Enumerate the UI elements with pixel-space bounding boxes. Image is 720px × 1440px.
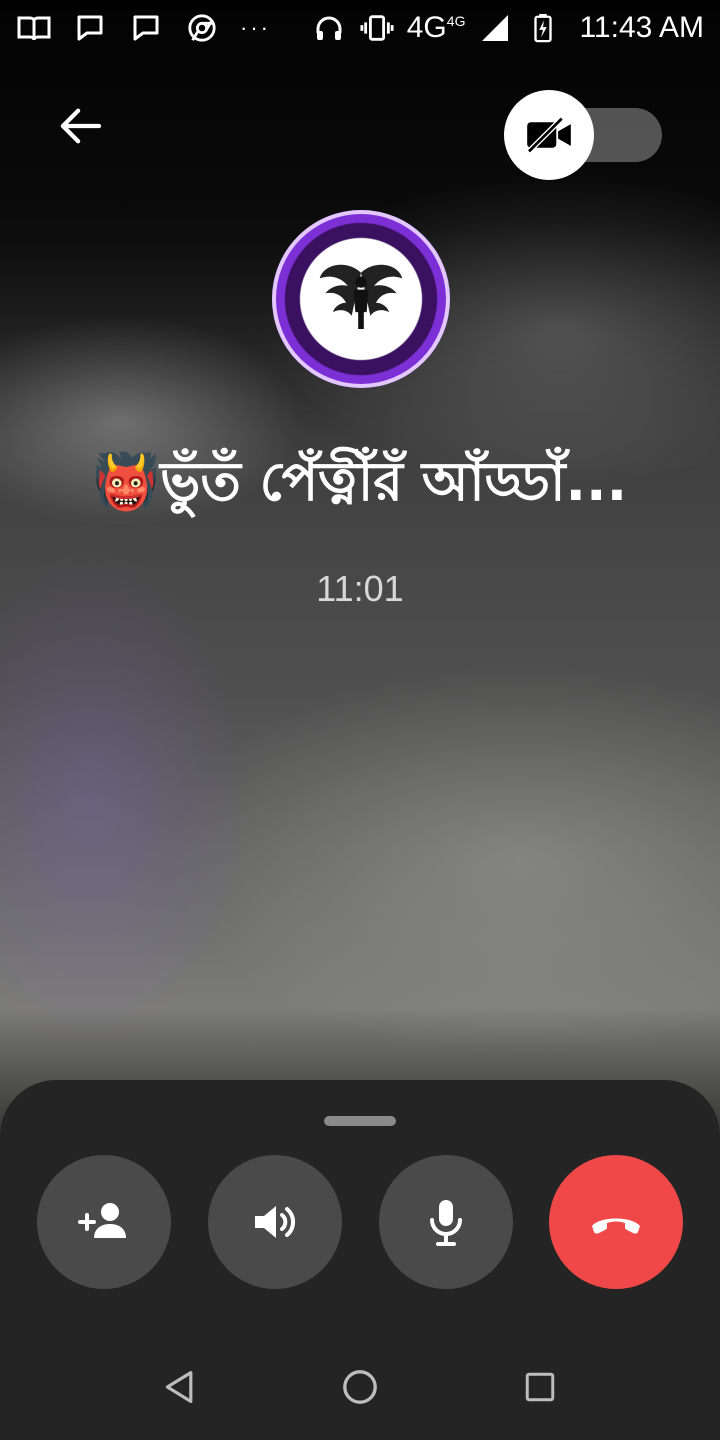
speaker-button[interactable] <box>208 1155 342 1289</box>
caller-name: 👹ভুঁতঁ পেঁত্নীঁরঁ আঁড্ডাঁ... <box>92 450 628 513</box>
back-arrow-icon <box>60 108 102 144</box>
navigation-bar <box>0 1340 720 1440</box>
nav-home-button[interactable] <box>330 1362 390 1412</box>
overflow-dots: ··· <box>240 15 271 40</box>
back-button[interactable] <box>48 100 112 152</box>
add-person-icon <box>78 1203 126 1238</box>
nav-back-button[interactable] <box>150 1362 210 1412</box>
mute-button[interactable] <box>379 1155 513 1289</box>
recents-square-icon <box>525 1372 555 1402</box>
book-icon <box>16 12 52 44</box>
video-off-icon <box>527 116 571 154</box>
speaker-icon <box>255 1206 295 1238</box>
chat-bubble-icon <box>128 12 164 44</box>
nav-recents-button[interactable] <box>510 1362 570 1412</box>
battery-charging-icon <box>525 12 561 44</box>
drag-handle[interactable] <box>324 1116 396 1126</box>
status-time: 11:43 AM <box>579 11 704 44</box>
chrome-icon <box>184 12 220 44</box>
chat-bubble-icon <box>72 12 108 44</box>
call-duration: 11:01 <box>316 568 404 609</box>
caller-avatar <box>272 210 450 388</box>
add-participant-button[interactable] <box>37 1155 171 1289</box>
video-toggle[interactable] <box>504 90 662 180</box>
toggle-knob <box>504 90 594 180</box>
status-bar: ··· 4G4G 11:43 AM <box>0 0 720 56</box>
winged-figure-logo <box>319 264 403 329</box>
end-call-button[interactable] <box>549 1155 683 1289</box>
headphones-icon <box>311 12 347 44</box>
home-circle-icon <box>343 1370 377 1404</box>
signal-icon <box>477 12 513 44</box>
vibrate-icon <box>359 12 395 44</box>
back-triangle-icon <box>165 1371 193 1403</box>
end-call-icon <box>592 1218 640 1234</box>
microphone-icon <box>430 1200 462 1246</box>
network-type: 4G4G <box>406 11 466 44</box>
